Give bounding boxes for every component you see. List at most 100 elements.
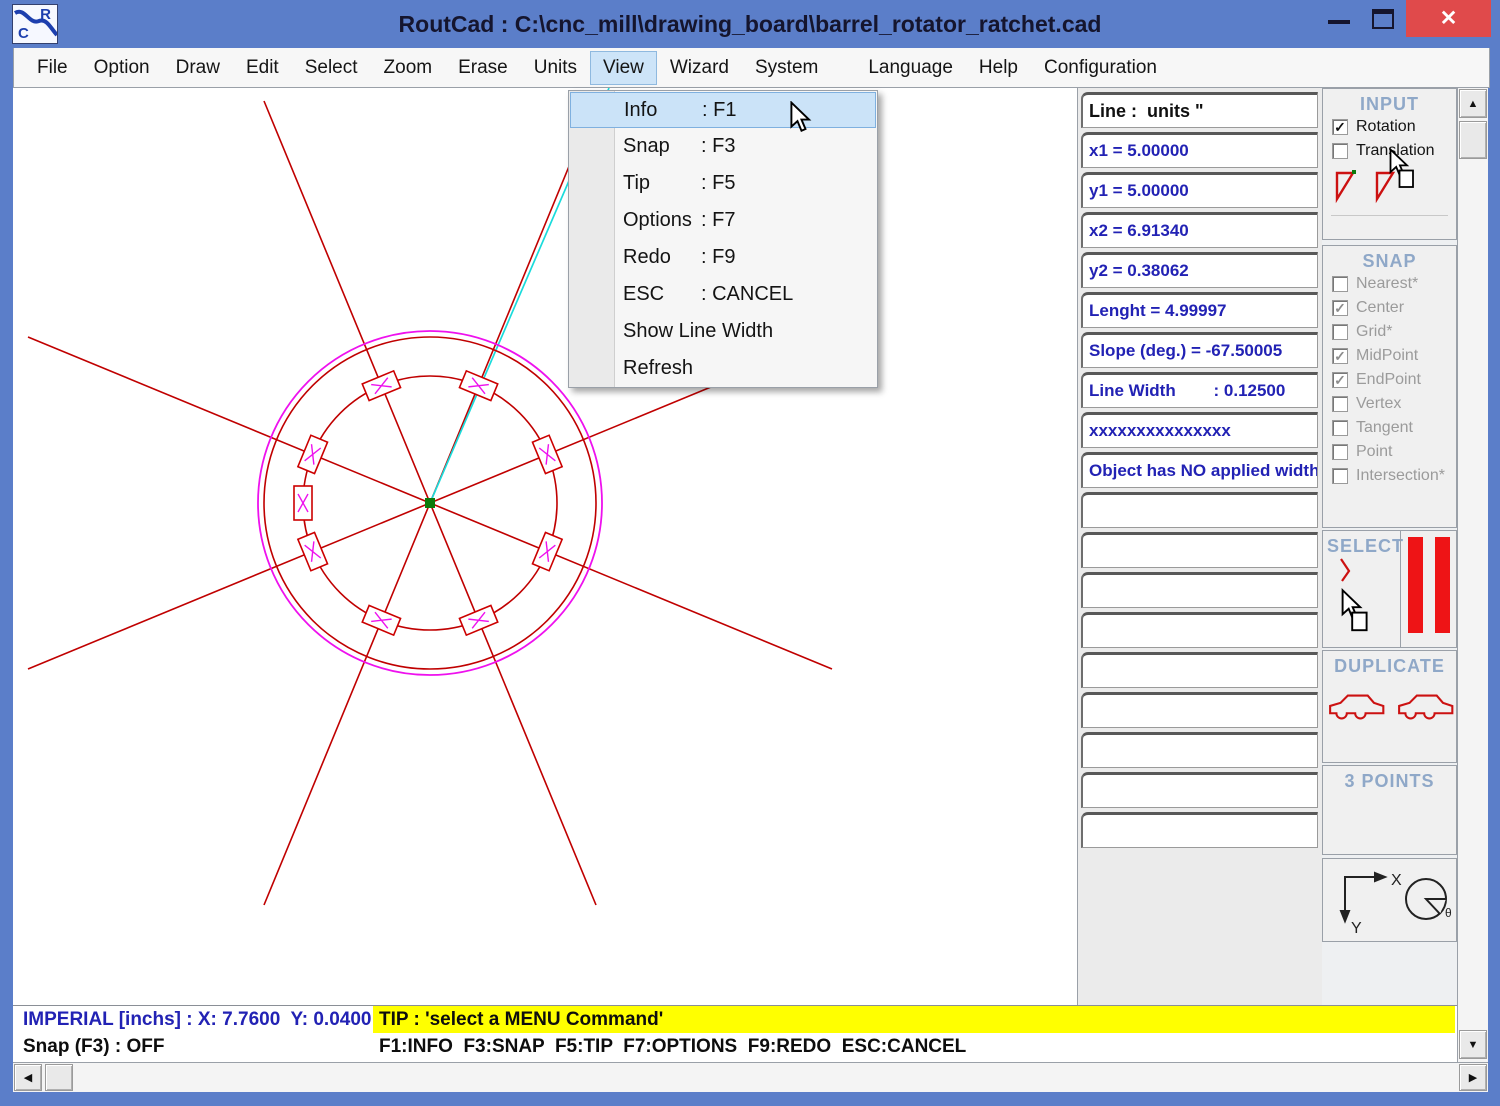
close-button[interactable]: ✕ bbox=[1406, 0, 1491, 37]
menu-option[interactable]: Option bbox=[81, 51, 163, 85]
field-y1[interactable]: y1 = 5.00000 bbox=[1081, 172, 1318, 208]
checkbox-vertex[interactable]: Vertex bbox=[1323, 392, 1456, 416]
menu-system[interactable]: System bbox=[742, 51, 831, 85]
app-logo-icon[interactable]: C R bbox=[12, 4, 58, 44]
field-empty-8[interactable] bbox=[1081, 772, 1318, 808]
view-menu-show-line-width[interactable]: Show Line Width bbox=[569, 313, 877, 350]
scroll-down-button[interactable]: ▼ bbox=[1459, 1030, 1487, 1059]
vertical-scrollbar[interactable]: ▲ ▼ bbox=[1457, 88, 1488, 1062]
field-length[interactable]: Lenght = 4.99997 bbox=[1081, 292, 1318, 328]
checkbox-grid[interactable]: Grid* bbox=[1323, 320, 1456, 344]
field-line-width[interactable]: Line Width : 0.12500 bbox=[1081, 372, 1318, 408]
field-empty-2[interactable] bbox=[1081, 532, 1318, 568]
field-empty-7[interactable] bbox=[1081, 732, 1318, 768]
checkbox-intersection[interactable]: Intersection* bbox=[1323, 464, 1456, 488]
field-x2[interactable]: x2 = 6.91340 bbox=[1081, 212, 1318, 248]
view-menu-refresh[interactable]: Refresh bbox=[569, 350, 877, 387]
select-bar-icon[interactable] bbox=[1435, 537, 1450, 633]
menu-bar: File Option Draw Edit Select Zoom Erase … bbox=[13, 48, 1490, 88]
menu-language[interactable]: Language bbox=[855, 51, 966, 85]
close-icon: ✕ bbox=[1440, 6, 1458, 31]
checkbox-tangent[interactable]: Tangent bbox=[1323, 416, 1456, 440]
select-line-icon[interactable] bbox=[1333, 557, 1363, 591]
select-panel: SELECT bbox=[1322, 530, 1457, 648]
function-key-hints: F1:INFO F3:SNAP F5:TIP F7:OPTIONS F9:RED… bbox=[379, 1036, 966, 1058]
view-menu-esc[interactable]: ESC: CANCEL bbox=[569, 276, 877, 313]
drawing-canvas[interactable] bbox=[13, 88, 1077, 1005]
menu-erase[interactable]: Erase bbox=[445, 51, 521, 85]
rotation-checkbox[interactable] bbox=[1332, 119, 1348, 135]
duplicate-part-icon[interactable] bbox=[1396, 691, 1457, 723]
select-cursor-icon bbox=[1341, 587, 1373, 635]
field-empty-3[interactable] bbox=[1081, 572, 1318, 608]
drag-cursor-icon bbox=[1389, 147, 1419, 191]
scroll-right-button[interactable]: ▶ bbox=[1459, 1064, 1487, 1091]
menu-configuration[interactable]: Configuration bbox=[1031, 51, 1170, 85]
view-menu-tip[interactable]: Tip: F5 bbox=[569, 165, 877, 202]
snap-header: SNAP bbox=[1323, 246, 1456, 272]
vertical-scroll-thumb[interactable] bbox=[1459, 121, 1487, 159]
minimize-button[interactable] bbox=[1328, 20, 1350, 24]
checkbox-rotation[interactable]: Rotation bbox=[1323, 115, 1456, 139]
field-empty-1[interactable] bbox=[1081, 492, 1318, 528]
arrow-left-icon: ◀ bbox=[24, 1071, 32, 1084]
status-bar-row2: Snap (F3) : OFF F1:INFO F3:SNAP F5:TIP F… bbox=[13, 1033, 1457, 1062]
view-dropdown-menu: Info : F1 Snap: F3 Tip: F5 Options: F7 R… bbox=[568, 90, 878, 388]
checkbox-center[interactable]: Center bbox=[1323, 296, 1456, 320]
translation-checkbox[interactable] bbox=[1332, 143, 1348, 159]
menu-select[interactable]: Select bbox=[292, 51, 371, 85]
field-empty-5[interactable] bbox=[1081, 652, 1318, 688]
field-empty-9[interactable] bbox=[1081, 812, 1318, 848]
axis-y-label: Y bbox=[1351, 920, 1362, 937]
input-panel: INPUT Rotation Translation bbox=[1322, 88, 1457, 240]
routcad-window: C R RoutCad : C:\cnc_mill\drawing_board\… bbox=[0, 0, 1500, 1106]
field-entity-type[interactable]: Line : units " bbox=[1081, 92, 1318, 128]
menu-draw[interactable]: Draw bbox=[163, 51, 233, 85]
center-point-marker bbox=[425, 498, 435, 508]
menu-view[interactable]: View bbox=[590, 51, 657, 85]
field-x1[interactable]: x1 = 5.00000 bbox=[1081, 132, 1318, 168]
view-menu-redo[interactable]: Redo: F9 bbox=[569, 239, 877, 276]
theta-label: θ bbox=[1445, 906, 1452, 920]
logo-letter-c: C bbox=[18, 25, 29, 42]
checkbox-point[interactable]: Point bbox=[1323, 440, 1456, 464]
menu-zoom[interactable]: Zoom bbox=[371, 51, 446, 85]
menu-units[interactable]: Units bbox=[521, 51, 590, 85]
status-bar-row1: IMPERIAL [inchs] : X: 7.7600 Y: 0.0400 T… bbox=[13, 1005, 1457, 1033]
view-menu-info[interactable]: Info : F1 bbox=[570, 92, 876, 128]
checkbox-nearest[interactable]: Nearest* bbox=[1323, 272, 1456, 296]
mouse-cursor-icon bbox=[789, 101, 813, 133]
field-empty-4[interactable] bbox=[1081, 612, 1318, 648]
scroll-up-button[interactable]: ▲ bbox=[1459, 89, 1487, 118]
scroll-left-button[interactable]: ◀ bbox=[14, 1064, 42, 1091]
rotation-input-icon[interactable] bbox=[1333, 169, 1359, 205]
axis-x-label: X bbox=[1391, 872, 1402, 889]
arrow-up-icon: ▲ bbox=[1468, 98, 1479, 110]
menu-edit[interactable]: Edit bbox=[233, 51, 292, 85]
duplicate-part-icon[interactable] bbox=[1327, 691, 1388, 723]
view-menu-snap[interactable]: Snap: F3 bbox=[569, 128, 877, 165]
field-slope[interactable]: Slope (deg.) = -67.50005 bbox=[1081, 332, 1318, 368]
horizontal-scroll-thumb[interactable] bbox=[45, 1064, 73, 1091]
cad-drawing bbox=[13, 88, 1077, 1005]
logo-letter-r: R bbox=[40, 6, 51, 23]
select-bar-icon[interactable] bbox=[1408, 537, 1423, 633]
horizontal-scrollbar[interactable]: ◀ ▶ bbox=[13, 1062, 1488, 1092]
menu-wizard[interactable]: Wizard bbox=[657, 51, 742, 85]
field-y2[interactable]: y2 = 0.38062 bbox=[1081, 252, 1318, 288]
menu-help[interactable]: Help bbox=[966, 51, 1031, 85]
duplicate-panel: DUPLICATE bbox=[1322, 650, 1457, 763]
window-title: RoutCad : C:\cnc_mill\drawing_board\barr… bbox=[399, 11, 1102, 38]
duplicate-header: DUPLICATE bbox=[1323, 651, 1456, 677]
view-menu-options[interactable]: Options: F7 bbox=[569, 202, 877, 239]
menu-file[interactable]: File bbox=[24, 51, 81, 85]
checkbox-midpoint[interactable]: MidPoint bbox=[1323, 344, 1456, 368]
maximize-button[interactable] bbox=[1372, 9, 1394, 29]
snap-panel: SNAP Nearest* Center Grid* MidPoint EndP… bbox=[1322, 245, 1457, 528]
field-empty-6[interactable] bbox=[1081, 692, 1318, 728]
checkbox-endpoint[interactable]: EndPoint bbox=[1323, 368, 1456, 392]
coordinate-readout: IMPERIAL [inchs] : X: 7.7600 Y: 0.0400 bbox=[23, 1009, 371, 1031]
field-mask[interactable]: xxxxxxxxxxxxxxx bbox=[1081, 412, 1318, 448]
field-width-status[interactable]: Object has NO applied width bbox=[1081, 452, 1318, 488]
axis-orientation-icon[interactable]: X Y θ bbox=[1323, 859, 1456, 941]
